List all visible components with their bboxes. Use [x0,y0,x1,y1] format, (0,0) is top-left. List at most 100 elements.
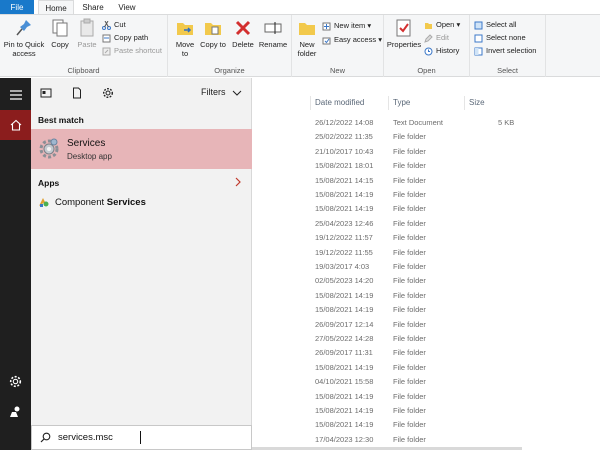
file-type: File folder [393,218,426,228]
file-row[interactable]: 25/04/2023 12:46 File folder [252,217,522,231]
file-row[interactable]: 15/08/2021 14:19 File folder [252,418,522,432]
tab-share[interactable]: Share [78,0,108,15]
rename-label: Rename [258,40,288,49]
settings-scope-icon[interactable] [102,87,114,99]
copy-to-button[interactable]: Copy to [200,18,226,49]
cut-button[interactable]: Cut [102,19,126,31]
move-to-label: Move to [175,40,195,58]
rename-button[interactable]: Rename [258,18,288,49]
clipboard-group: Pin to Quick access Copy Paste Cut Copy … [0,15,168,77]
file-row[interactable]: 26/12/2022 14:08 Text Document 5 KB [252,116,522,130]
delete-button[interactable]: Delete [230,18,256,49]
new-item-button[interactable]: New item ▾ [322,20,371,32]
file-row[interactable]: 04/10/2021 15:58 File folder [252,375,522,389]
delete-x-icon [235,20,251,36]
file-date-modified: 19/03/2017 4:03 [315,262,370,271]
open-button[interactable]: Open ▾ [424,19,460,31]
invert-selection-icon [474,47,483,56]
properties-button[interactable]: Properties [386,18,422,49]
tab-file[interactable]: File [0,0,34,15]
file-row[interactable]: 15/08/2021 18:01 File folder [252,159,522,173]
pin-icon [16,20,31,36]
file-row[interactable]: 27/05/2022 14:28 File folder [252,332,522,346]
rail-user-button[interactable] [0,396,31,426]
app-result-component-services[interactable]: Component Services [38,196,146,210]
file-row[interactable]: 25/02/2022 11:35 File folder [252,130,522,144]
file-date-modified: 26/09/2017 12:14 [315,319,374,329]
file-row[interactable]: 19/03/2017 4:03 File folder [252,260,522,274]
file-type: File folder [393,434,426,444]
file-row[interactable]: 15/08/2021 14:15 File folder [252,174,522,188]
file-type: File folder [393,362,426,372]
paste-shortcut-button[interactable]: Paste shortcut [102,45,162,57]
select-none-button[interactable]: Select none [474,32,526,44]
apps-scope-icon[interactable] [40,87,52,99]
screen: File Home Share View Pin to Quick access… [0,0,600,450]
search-input[interactable]: services.msc [58,432,113,443]
easy-access-icon [322,37,331,45]
rail-settings-button[interactable] [0,366,31,396]
file-row[interactable]: 19/12/2022 11:57 File folder [252,231,522,245]
column-separator [310,96,311,110]
column-header-type[interactable]: Type [393,98,410,107]
paste-icon [80,18,94,37]
copy-button[interactable]: Copy [48,18,72,49]
best-match-subtitle: Desktop app [67,152,112,161]
file-row[interactable]: 15/08/2021 14:19 File folder [252,361,522,375]
open-group-label: Open [417,66,436,75]
paste-button[interactable]: Paste [74,18,100,49]
filters-dropdown[interactable]: Filters [201,87,242,97]
file-row[interactable]: 21/10/2017 10:43 File folder [252,145,522,159]
rail-home-button[interactable] [0,110,31,140]
hamburger-menu-button[interactable] [0,80,31,110]
copy-path-button[interactable]: Copy path [102,32,148,44]
documents-scope-icon[interactable] [71,87,83,99]
file-row[interactable]: 15/08/2021 14:19 File folder [252,202,522,216]
file-row[interactable]: 15/08/2021 14:19 File folder [252,303,522,317]
file-type: File folder [393,305,426,315]
paste-shortcut-icon [102,47,111,56]
start-rail [0,78,31,450]
file-row[interactable]: 15/08/2021 14:19 File folder [252,390,522,404]
move-to-button[interactable]: Move to [172,18,198,58]
file-date-modified: 04/10/2021 15:58 [315,377,374,387]
search-results-panel: Filters Best match Services Desktop app … [31,78,252,425]
file-date-modified: 15/08/2021 14:15 [315,175,374,185]
new-folder-button[interactable]: New folder [294,18,320,58]
file-type: File folder [393,175,426,185]
file-row[interactable]: 19/12/2022 11:55 File folder [252,246,522,260]
file-date-modified: 15/08/2021 14:19 [315,420,374,430]
pin-to-quick-access-button[interactable]: Pin to Quick access [2,18,46,58]
tab-view[interactable]: View [112,0,142,15]
file-row[interactable]: 15/08/2021 14:19 File folder [252,188,522,202]
text-caret [140,431,141,444]
column-header-size[interactable]: Size [469,98,485,107]
history-button[interactable]: History [424,45,459,57]
edit-button[interactable]: Edit [424,32,449,44]
file-row[interactable]: 17/04/2023 12:30 File folder [252,433,522,447]
file-type: Text Document [393,118,444,127]
select-all-button[interactable]: Select all [474,19,516,31]
file-row[interactable]: 02/05/2023 14:20 File folder [252,274,522,288]
file-row[interactable]: 15/08/2021 14:19 File folder [252,404,522,418]
best-match-result[interactable]: Services Desktop app [31,129,252,169]
invert-selection-button[interactable]: Invert selection [474,45,536,57]
move-to-icon [177,23,193,35]
pin-to-quick-access-label: Pin to Quick access [3,40,45,58]
new-group: New folder New item ▾ Easy access ▾ New [292,15,384,77]
file-date-modified: 19/12/2022 11:55 [315,247,373,257]
start-search-box[interactable]: services.msc [31,425,252,450]
copy-icon [52,19,68,37]
file-date-modified: 21/10/2017 10:43 [315,146,374,156]
column-header-date-modified[interactable]: Date modified [315,98,364,107]
file-row[interactable]: 26/09/2017 12:14 File folder [252,318,522,332]
file-date-modified: 15/08/2021 18:01 [315,161,374,171]
edit-label: Edit [436,33,449,42]
file-type: File folder [393,290,426,300]
ribbon-tab-bar: File Home Share View [0,0,600,15]
chevron-right-icon[interactable] [235,177,241,187]
file-row[interactable]: 26/09/2017 11:31 File folder [252,346,522,360]
easy-access-button[interactable]: Easy access ▾ [322,34,382,46]
file-row[interactable]: 15/08/2021 14:19 File folder [252,289,522,303]
tab-home[interactable]: Home [38,0,74,15]
